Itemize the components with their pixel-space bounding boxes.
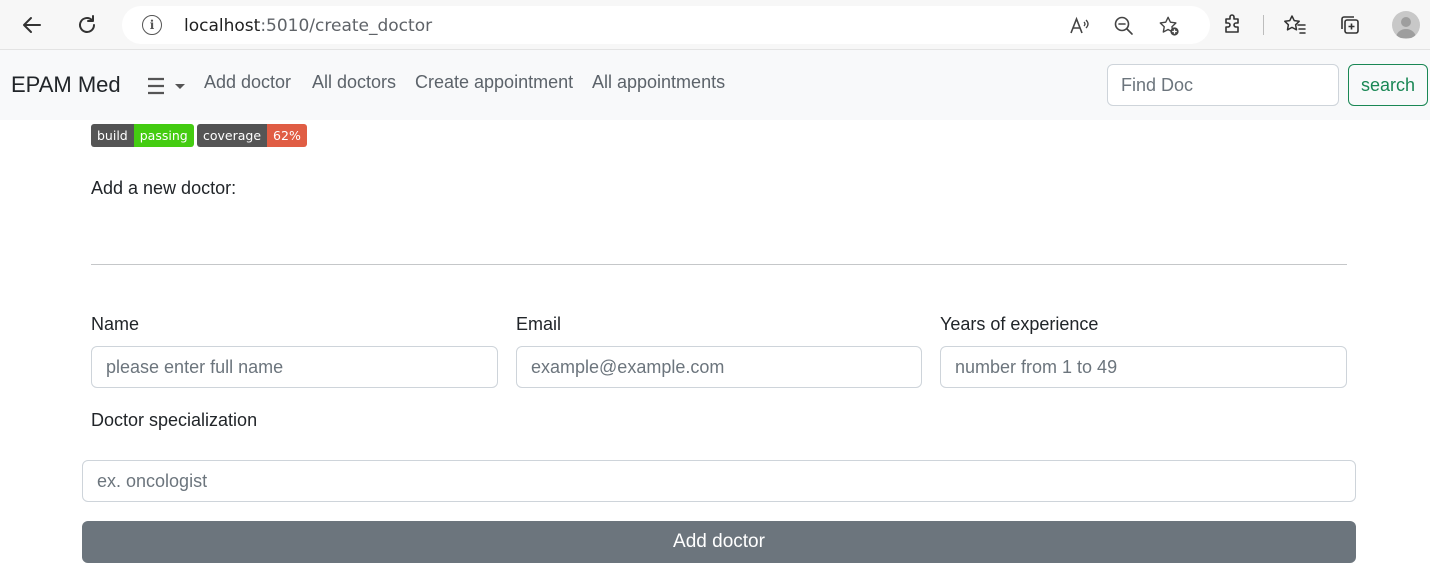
extensions-icon[interactable] <box>1216 8 1250 42</box>
hamburger-icon <box>148 77 185 95</box>
address-bar[interactable]: i localhost:5010/create_doctor <box>122 6 1210 44</box>
browser-toolbar: i localhost:5010/create_doctor <box>0 0 1430 50</box>
email-input[interactable] <box>516 346 922 388</box>
badge-value: passing <box>133 124 194 147</box>
badge-value: 62% <box>267 124 307 147</box>
read-aloud-icon[interactable] <box>1068 15 1090 37</box>
badge-label: build <box>91 124 134 147</box>
nav-add-doctor[interactable]: Add doctor <box>204 72 291 93</box>
profile-avatar[interactable] <box>1392 11 1420 39</box>
form-title: Add a new doctor: <box>91 178 237 198</box>
specialization-input[interactable] <box>82 460 1356 502</box>
url-text[interactable]: localhost:5010/create_doctor <box>184 16 432 36</box>
search-button[interactable]: search <box>1348 64 1428 106</box>
zoom-out-icon[interactable] <box>1113 15 1135 37</box>
favorites-icon[interactable] <box>1278 8 1312 42</box>
back-icon[interactable] <box>15 8 49 42</box>
experience-input[interactable] <box>940 346 1347 388</box>
brand-logo[interactable]: EPAM Med <box>11 72 121 98</box>
specialization-label: Doctor specialization <box>91 410 258 430</box>
divider <box>91 264 1347 265</box>
name-label: Name <box>91 314 140 334</box>
menu-dropdown-toggle[interactable] <box>146 76 188 96</box>
badge-label: coverage <box>197 124 268 147</box>
experience-label: Years of experience <box>940 314 1099 334</box>
nav-all-appointments[interactable]: All appointments <box>592 72 725 93</box>
collections-icon[interactable] <box>1333 8 1367 42</box>
navbar: EPAM Med Add doctor All doctors Create a… <box>0 50 1430 120</box>
reload-icon[interactable] <box>70 8 104 42</box>
add-doctor-button[interactable]: Add doctor <box>82 521 1356 563</box>
coverage-badge: coverage 62% <box>197 124 307 147</box>
site-info-icon[interactable]: i <box>142 15 162 35</box>
nav-create-appointment[interactable]: Create appointment <box>415 72 573 93</box>
build-badge: build passing <box>91 124 194 147</box>
email-label: Email <box>516 314 562 334</box>
add-favorite-icon[interactable] <box>1158 15 1180 37</box>
nav-all-doctors[interactable]: All doctors <box>312 72 396 93</box>
search-input[interactable] <box>1107 64 1339 106</box>
toolbar-divider <box>1263 15 1264 35</box>
name-input[interactable] <box>91 346 498 388</box>
